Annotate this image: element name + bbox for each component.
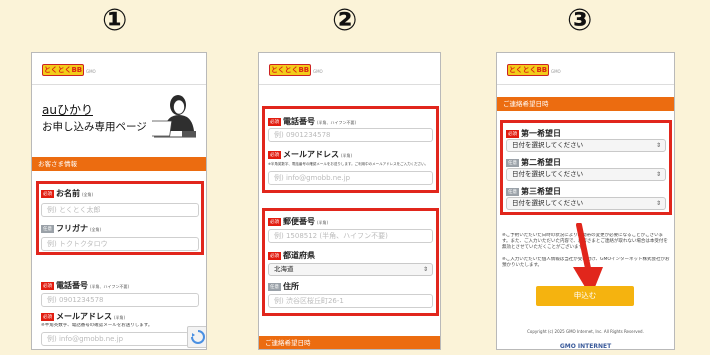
brand-logo[interactable]: とくとくBB <box>42 64 84 76</box>
step-number-2: ② <box>332 3 358 38</box>
submit-button[interactable]: 申込む <box>536 286 634 306</box>
phone-screen-1: とくとくBB GMO auひかり お申し込み専用ページ お客さま情報 必須 お名前… <box>31 52 207 350</box>
step-number-1: ① <box>102 3 128 38</box>
page-title-line-1: auひかり <box>42 103 93 117</box>
step-number-3: ③ <box>567 3 593 38</box>
phone-screen-2: とくとくBB GMO 必須 電話番号 (半角、ハイフン不要) 例) 09012345… <box>258 52 441 350</box>
required-badge: 必須 <box>41 313 54 321</box>
brand-logo-sub: GMO <box>313 69 323 74</box>
section-header-customer-info: お客さま情報 <box>32 157 206 171</box>
copyright-text: Copyright (c) 2025 GMO Internet, Inc. Al… <box>527 329 644 334</box>
recaptcha-icon <box>191 330 205 344</box>
header-divider <box>497 84 674 85</box>
highlight-address-fields <box>262 208 439 316</box>
email-label: 必須 メールアドレス (半角) <box>41 312 126 321</box>
header-divider <box>259 84 440 85</box>
section-header-contact-datetime: ご連絡希望日時 <box>259 336 440 349</box>
footer-logo: GMO INTERNET <box>559 343 612 350</box>
required-badge: 必須 <box>41 282 54 290</box>
highlight-date-fields <box>500 120 672 215</box>
highlight-name-fields <box>36 181 204 255</box>
brand-logo-sub: GMO <box>86 69 96 74</box>
section-header-contact-datetime: ご連絡希望日時 <box>497 97 674 111</box>
phone-screen-3: とくとくBB GMO ご連絡希望日時 必須 第一希望日 日付を選択してください ⇕ … <box>496 52 675 350</box>
phone-input[interactable]: 例) 0901234578 <box>41 293 199 307</box>
email-hint: ※半角英数字、電話番号の確認メールをお送りします。 <box>41 323 153 328</box>
brand-logo[interactable]: とくとくBB <box>507 64 549 76</box>
brand-logo-sub: GMO <box>551 69 561 74</box>
header-divider <box>32 84 206 85</box>
highlight-contact-fields <box>262 106 439 193</box>
page-title-line-2: お申し込み専用ページ <box>42 121 147 133</box>
recaptcha-badge[interactable] <box>187 326 206 348</box>
phone-label: 必須 電話番号 (半角、ハイフン不要) <box>41 281 130 290</box>
email-input[interactable]: 例) info@gmobb.ne.jp <box>41 332 189 346</box>
operator-illustration <box>152 95 196 138</box>
brand-logo[interactable]: とくとくBB <box>269 64 311 76</box>
